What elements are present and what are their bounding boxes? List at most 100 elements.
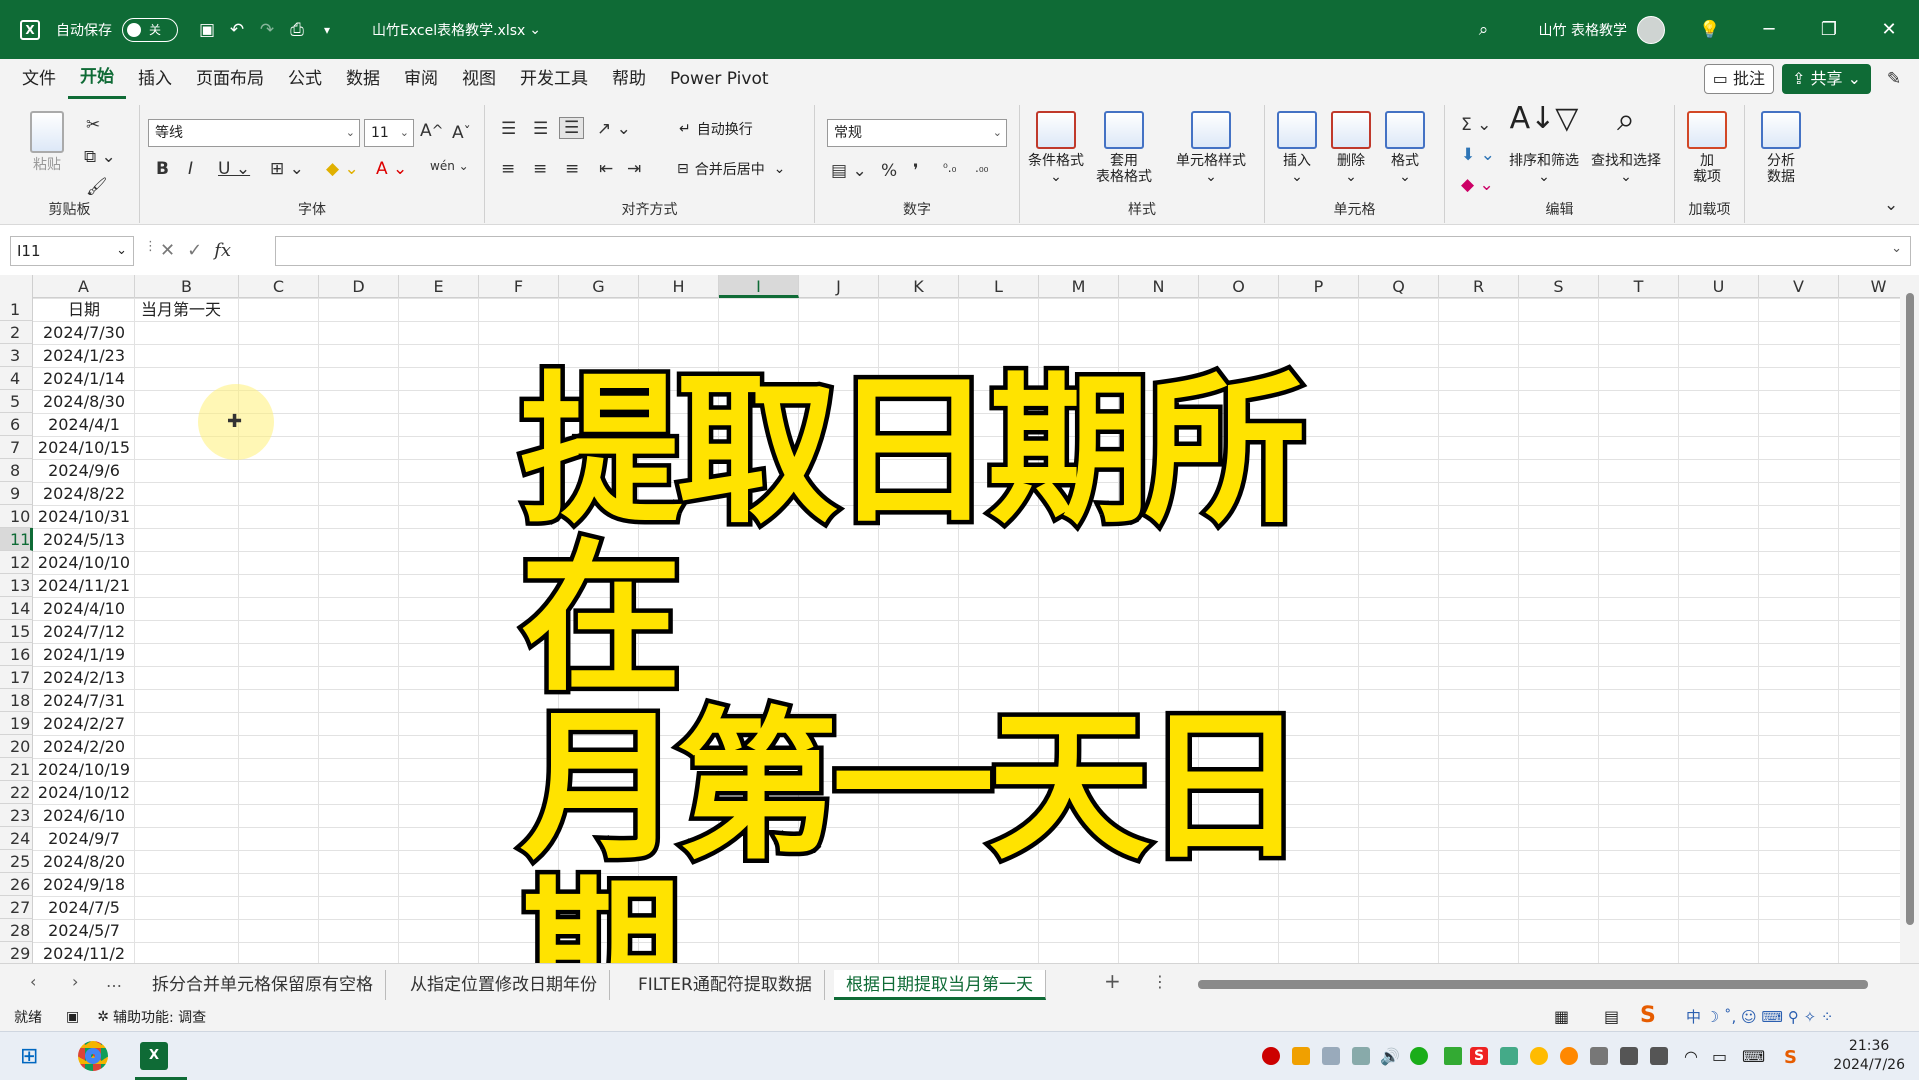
more-icon[interactable]: ⋮ bbox=[144, 239, 157, 254]
ime-logo-icon[interactable]: S bbox=[1640, 1003, 1656, 1028]
column-header-s[interactable]: S bbox=[1519, 275, 1599, 298]
date-cell[interactable]: 2024/11/21 bbox=[33, 574, 135, 597]
column-header-g[interactable]: G bbox=[559, 275, 639, 298]
tray-app-icon[interactable] bbox=[1560, 1047, 1578, 1065]
sheet-options-icon[interactable]: ⋮ bbox=[1152, 972, 1168, 991]
column-header-u[interactable]: U bbox=[1679, 275, 1759, 298]
cell-a1[interactable]: 日期 bbox=[33, 298, 135, 321]
excel-taskbar-icon[interactable]: X bbox=[140, 1042, 168, 1070]
increase-indent-icon[interactable]: ⇥ bbox=[627, 159, 641, 179]
row-header-19[interactable]: 19 bbox=[0, 712, 33, 735]
row-header-15[interactable]: 15 bbox=[0, 620, 33, 643]
fill-color-icon[interactable]: ◆ ⌄ bbox=[326, 159, 359, 179]
undo-icon[interactable]: ↶ bbox=[222, 15, 252, 45]
security-icon[interactable] bbox=[1590, 1047, 1608, 1065]
row-header-14[interactable]: 14 bbox=[0, 597, 33, 620]
column-header-l[interactable]: L bbox=[959, 275, 1039, 298]
comments-button[interactable]: ▭ 批注 bbox=[1703, 64, 1774, 94]
file-name[interactable]: 山竹Excel表格教学.xlsx bbox=[372, 20, 525, 40]
wifi-icon[interactable]: ◠ bbox=[1684, 1047, 1702, 1066]
decrease-indent-icon[interactable]: ⇤ bbox=[599, 159, 613, 179]
date-cell[interactable]: 2024/8/30 bbox=[33, 390, 135, 413]
date-cell[interactable]: 2024/10/31 bbox=[33, 505, 135, 528]
keyboard-icon[interactable]: ⌨ bbox=[1742, 1047, 1765, 1066]
comma-style-icon[interactable]: ❜ bbox=[913, 161, 918, 181]
tab-view[interactable]: 视图 bbox=[450, 59, 508, 99]
column-header-q[interactable]: Q bbox=[1359, 275, 1439, 298]
date-cell[interactable]: 2024/7/5 bbox=[33, 896, 135, 919]
date-cell[interactable]: 2024/10/10 bbox=[33, 551, 135, 574]
row-header-6[interactable]: 6 bbox=[0, 413, 33, 436]
sheet-tab[interactable]: FILTER通配符提取数据 bbox=[626, 970, 825, 1000]
qq-icon[interactable] bbox=[1530, 1047, 1548, 1065]
row-header-11[interactable]: 11 bbox=[0, 528, 33, 551]
column-header-b[interactable]: B bbox=[135, 275, 239, 298]
tab-review[interactable]: 审阅 bbox=[392, 59, 450, 99]
tray-app-icon[interactable] bbox=[1292, 1047, 1310, 1065]
user-name[interactable]: 山竹 表格教学 bbox=[1539, 20, 1627, 40]
scroll-thumb[interactable] bbox=[1906, 293, 1914, 925]
ime-chinese-icon[interactable]: 中 ☽ ˚, ☺ ⌨ ⚲ ✧ ⁘ bbox=[1686, 1006, 1834, 1027]
next-sheet-icon[interactable]: › bbox=[72, 972, 78, 991]
date-cell[interactable]: 2024/4/1 bbox=[33, 413, 135, 436]
wps-icon[interactable]: S bbox=[1470, 1047, 1488, 1065]
row-header-25[interactable]: 25 bbox=[0, 850, 33, 873]
date-cell[interactable]: 2024/9/6 bbox=[33, 459, 135, 482]
prev-sheet-icon[interactable]: ‹ bbox=[30, 972, 36, 991]
row-header-2[interactable]: 2 bbox=[0, 321, 33, 344]
addins-button[interactable]: 加载项 bbox=[1687, 111, 1727, 185]
paste-button[interactable]: 粘贴 bbox=[30, 111, 64, 173]
record-icon[interactable] bbox=[1262, 1047, 1280, 1065]
tab-power-pivot[interactable]: Power Pivot bbox=[658, 59, 781, 99]
date-cell[interactable]: 2024/2/27 bbox=[33, 712, 135, 735]
borders-icon[interactable]: ⊞ ⌄ bbox=[270, 159, 304, 179]
date-cell[interactable]: 2024/9/18 bbox=[33, 873, 135, 896]
nvidia-icon[interactable] bbox=[1444, 1047, 1462, 1065]
date-cell[interactable]: 2024/10/12 bbox=[33, 781, 135, 804]
row-header-26[interactable]: 26 bbox=[0, 873, 33, 896]
column-header-f[interactable]: F bbox=[479, 275, 559, 298]
accessibility-status[interactable]: 辅助功能: 调查 bbox=[113, 1007, 206, 1027]
insert-function-icon[interactable]: fx bbox=[214, 236, 231, 266]
share-button[interactable]: ⇪ 共享 ⌄ bbox=[1781, 64, 1871, 94]
date-cell[interactable]: 2024/2/20 bbox=[33, 735, 135, 758]
macro-record-icon[interactable]: ▣ bbox=[66, 1009, 79, 1025]
row-header-23[interactable]: 23 bbox=[0, 804, 33, 827]
row-header-5[interactable]: 5 bbox=[0, 390, 33, 413]
date-cell[interactable]: 2024/4/10 bbox=[33, 597, 135, 620]
lightbulb-icon[interactable]: 💡 bbox=[1695, 15, 1725, 45]
column-header-m[interactable]: M bbox=[1039, 275, 1119, 298]
row-header-1[interactable]: 1 bbox=[0, 298, 33, 321]
phonetic-icon[interactable]: wén ⌄ bbox=[430, 159, 469, 173]
add-sheet-icon[interactable]: + bbox=[1104, 969, 1121, 993]
column-header-d[interactable]: D bbox=[319, 275, 399, 298]
vertical-scrollbar[interactable] bbox=[1900, 275, 1919, 963]
percent-icon[interactable]: % bbox=[881, 161, 897, 181]
tab-help[interactable]: 帮助 bbox=[600, 59, 658, 99]
date-cell[interactable]: 2024/8/22 bbox=[33, 482, 135, 505]
pen-icon[interactable]: ✎ bbox=[1879, 64, 1909, 94]
print-preview-icon[interactable]: ⎙ bbox=[282, 15, 312, 45]
select-all-corner[interactable] bbox=[0, 275, 33, 298]
tray-app-icon[interactable] bbox=[1322, 1047, 1340, 1065]
horizontal-scrollbar[interactable] bbox=[1180, 976, 1888, 992]
row-header-24[interactable]: 24 bbox=[0, 827, 33, 850]
accounting-format-icon[interactable]: ▤ ⌄ bbox=[831, 161, 867, 181]
customize-toolbar-icon[interactable]: ▾ bbox=[312, 15, 342, 45]
font-color-icon[interactable]: A ⌄ bbox=[376, 159, 407, 179]
more-sheets-icon[interactable]: … bbox=[106, 972, 122, 991]
date-cell[interactable]: 2024/1/14 bbox=[33, 367, 135, 390]
wechat-icon[interactable] bbox=[1410, 1047, 1428, 1065]
tab-formulas[interactable]: 公式 bbox=[276, 59, 334, 99]
format-painter-icon[interactable]: 🖌 bbox=[86, 177, 108, 197]
search-icon[interactable]: ⌕ bbox=[1469, 15, 1499, 45]
column-header-r[interactable]: R bbox=[1439, 275, 1519, 298]
align-top-icon[interactable]: ☰ bbox=[501, 119, 516, 139]
cell-styles-button[interactable]: 单元格样式 ⌄ bbox=[1176, 111, 1246, 185]
row-header-27[interactable]: 27 bbox=[0, 896, 33, 919]
sheet-tab[interactable]: 从指定位置修改日期年份 bbox=[398, 970, 610, 1000]
save-icon[interactable]: ▣ bbox=[192, 15, 222, 45]
find-select-button[interactable]: ⌕ 查找和选择 ⌄ bbox=[1591, 103, 1661, 185]
autosum-icon[interactable]: Σ ⌄ bbox=[1461, 115, 1491, 135]
tray-app-icon[interactable] bbox=[1650, 1047, 1668, 1065]
